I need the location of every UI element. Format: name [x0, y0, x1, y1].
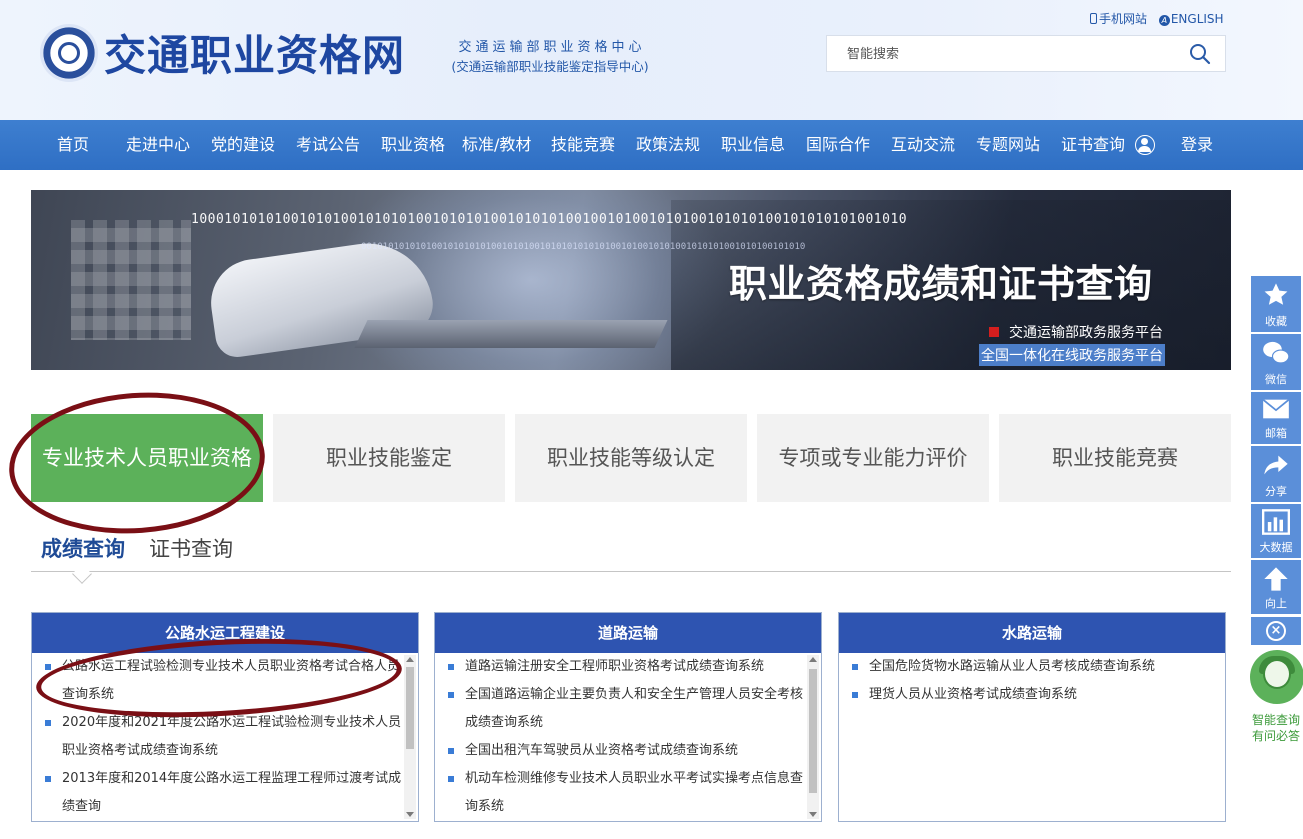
- tab-certificate-query[interactable]: 证书查询: [149, 533, 233, 563]
- site-header: 交通职业资格网 交通运输部职业资格中心 (交通运输部职业技能鉴定指导中心) 手机…: [0, 0, 1303, 120]
- mobile-site-link[interactable]: 手机网站: [1090, 12, 1147, 26]
- search-box: [826, 35, 1226, 72]
- category-skill-competition[interactable]: 职业技能竞赛: [999, 414, 1231, 502]
- tab-caret-icon: [72, 564, 92, 584]
- banner-platform-1[interactable]: 交通运输部政务服务平台: [989, 322, 1163, 342]
- assistant-avatar[interactable]: [1250, 650, 1303, 704]
- user-icon[interactable]: [1135, 135, 1155, 155]
- list-item[interactable]: 全国出租汽车驾驶员从业资格考试成绩查询系统: [445, 737, 805, 765]
- panel-title: 公路水运工程建设: [32, 613, 418, 653]
- category-skill-appraisal[interactable]: 职业技能鉴定: [273, 414, 505, 502]
- site-title[interactable]: 交通职业资格网: [104, 22, 405, 83]
- banner-binary: 1000101010100101010010101010010101010010…: [191, 212, 908, 227]
- mail-icon: [1262, 398, 1290, 419]
- assistant-label[interactable]: 智能查询 有问必答: [1245, 712, 1303, 744]
- assistant-face-icon: [1263, 659, 1291, 689]
- red-square-icon: [989, 327, 999, 337]
- favorite-button[interactable]: 收藏: [1251, 276, 1301, 332]
- list-item[interactable]: 机动车检测维修专业技术人员职业水平考试实操考点信息查询系统: [445, 765, 805, 821]
- nav-occupation-info[interactable]: 职业信息: [721, 120, 785, 170]
- list-item[interactable]: 2013年度和2014年度公路水运工程监理工程师过渡考试成绩查询: [42, 765, 402, 821]
- nav-exam-notice[interactable]: 考试公告: [296, 120, 360, 170]
- mail-button[interactable]: 邮箱: [1251, 392, 1301, 444]
- banner-title: 职业资格成绩和证书查询: [729, 262, 1153, 306]
- panel-highway-waterway: 公路水运工程建设 公路水运工程试验检测专业技术人员职业资格考试合格人员查询系统 …: [31, 612, 419, 822]
- close-icon: ×: [1266, 621, 1286, 641]
- back-to-top-button[interactable]: 向上: [1251, 560, 1301, 614]
- category-professional-qualification[interactable]: 专业技术人员职业资格: [31, 414, 263, 502]
- share-button[interactable]: 分享: [1251, 446, 1301, 502]
- nav-topics[interactable]: 专题网站: [976, 120, 1040, 170]
- share-icon: [1264, 455, 1288, 475]
- arrow-up-icon: [1264, 567, 1288, 591]
- banner-platform-2[interactable]: 全国一体化在线政务服务平台: [979, 344, 1165, 366]
- toolbar-close-button[interactable]: ×: [1251, 617, 1301, 645]
- panel-road-transport: 道路运输 道路运输注册安全工程师职业资格考试成绩查询系统 全国道路运输企业主要负…: [434, 612, 822, 822]
- search-input[interactable]: [827, 36, 1167, 71]
- nav-policy[interactable]: 政策法规: [636, 120, 700, 170]
- main-nav: 首页 走进中心 党的建设 考试公告 职业资格 标准/教材 技能竞赛 政策法规 职…: [0, 120, 1303, 170]
- category-special-ability[interactable]: 专项或专业能力评价: [757, 414, 989, 502]
- panel-title: 道路运输: [435, 613, 821, 653]
- banner: 1000101010100101010010101010010101010010…: [31, 190, 1231, 370]
- wechat-button[interactable]: 微信: [1251, 334, 1301, 390]
- star-icon: [1264, 283, 1288, 305]
- logo-emblem-icon[interactable]: [40, 24, 98, 82]
- scroll-down-icon[interactable]: [406, 812, 414, 817]
- list-item[interactable]: 道路运输注册安全工程师职业资格考试成绩查询系统: [445, 653, 805, 681]
- panel-body: 公路水运工程试验检测专业技术人员职业资格考试合格人员查询系统 2020年度和20…: [32, 653, 418, 821]
- page: 交通职业资格网 交通运输部职业资格中心 (交通运输部职业技能鉴定指导中心) 手机…: [0, 0, 1303, 839]
- scroll-up-icon[interactable]: [809, 657, 817, 662]
- list-item[interactable]: 全国道路运输企业主要负责人和安全生产管理人员安全考核成绩查询系统: [445, 681, 805, 737]
- category-skill-level[interactable]: 职业技能等级认定: [515, 414, 747, 502]
- scroll-down-icon[interactable]: [809, 812, 817, 817]
- nav-interaction[interactable]: 互动交流: [891, 120, 955, 170]
- panel-scrollbar[interactable]: [404, 655, 416, 819]
- nav-home[interactable]: 首页: [57, 120, 89, 170]
- tab-divider: [31, 571, 1231, 572]
- banner-cubes: [71, 220, 191, 340]
- nav-competition[interactable]: 技能竞赛: [551, 120, 615, 170]
- banner-laptop: [354, 320, 668, 348]
- scroll-thumb[interactable]: [809, 669, 817, 793]
- bigdata-button[interactable]: 大数据: [1251, 504, 1301, 558]
- wechat-icon: [1263, 341, 1290, 364]
- scroll-up-icon[interactable]: [406, 657, 414, 662]
- panel-waterway-transport: 水路运输 全国危险货物水路运输从业人员考核成绩查询系统 理货人员从业资格考试成绩…: [838, 612, 1226, 822]
- panel-scrollbar[interactable]: [807, 655, 819, 819]
- nav-about[interactable]: 走进中心: [126, 120, 190, 170]
- banner-binary-small: 0010101010101001010101010010101001010101…: [361, 242, 806, 252]
- top-links: 手机网站 A ENGLISH: [1090, 10, 1232, 27]
- panel-body: 全国危险货物水路运输从业人员考核成绩查询系统 理货人员从业资格考试成绩查询系统: [839, 653, 1225, 821]
- nav-certificate-query[interactable]: 证书查询: [1061, 120, 1125, 170]
- list-item[interactable]: 公路水运工程试验检测专业技术人员职业资格考试合格人员查询系统: [42, 653, 402, 709]
- phone-icon: [1090, 13, 1097, 24]
- search-icon[interactable]: [1189, 43, 1211, 65]
- panel-body: 道路运输注册安全工程师职业资格考试成绩查询系统 全国道路运输企业主要负责人和安全…: [435, 653, 821, 821]
- org-name: 交通运输部职业资格中心: [458, 40, 646, 55]
- list-item[interactable]: 理货人员从业资格考试成绩查询系统: [849, 681, 1219, 709]
- chart-icon: [1262, 509, 1290, 535]
- scroll-thumb[interactable]: [406, 667, 414, 749]
- nav-login[interactable]: 登录: [1181, 120, 1213, 170]
- english-link[interactable]: A ENGLISH: [1158, 12, 1224, 26]
- list-item[interactable]: 2020年度和2021年度公路水运工程试验检测专业技术人员职业资格考试成绩查询系…: [42, 709, 402, 765]
- list-item[interactable]: 全国危险货物水路运输从业人员考核成绩查询系统: [849, 653, 1219, 681]
- nav-international[interactable]: 国际合作: [806, 120, 870, 170]
- language-icon: A: [1158, 15, 1170, 26]
- nav-party[interactable]: 党的建设: [211, 120, 275, 170]
- panel-title: 水路运输: [839, 613, 1225, 653]
- org-subname: (交通运输部职业技能鉴定指导中心): [451, 59, 649, 74]
- tab-score-query[interactable]: 成绩查询: [41, 533, 125, 563]
- nav-standards[interactable]: 标准/教材: [462, 120, 531, 170]
- nav-qualification[interactable]: 职业资格: [381, 120, 445, 170]
